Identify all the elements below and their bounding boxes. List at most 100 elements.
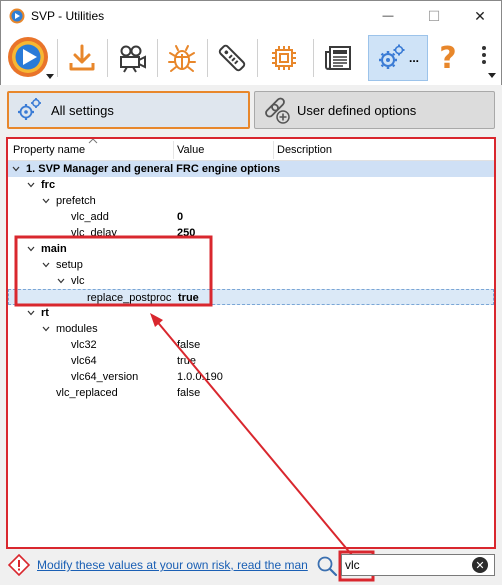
search-box[interactable]: ✕ bbox=[341, 554, 495, 576]
maximize-icon: ☐ bbox=[427, 7, 441, 24]
expand-chevron-icon[interactable] bbox=[57, 277, 65, 285]
category-row[interactable]: 1. SVP Manager and general FRC engine op… bbox=[8, 161, 494, 177]
expand-chevron-icon[interactable] bbox=[27, 309, 35, 317]
toolbar-bug-button[interactable] bbox=[160, 35, 204, 81]
link-add-icon bbox=[261, 95, 291, 125]
download-icon bbox=[69, 44, 95, 71]
expand-chevron-icon[interactable] bbox=[42, 325, 50, 333]
title-bar: SVP - Utilities — ☐ ✕ bbox=[0, 0, 502, 31]
property-name: frc bbox=[41, 179, 56, 191]
settings-more-label: ... bbox=[408, 51, 419, 65]
minimize-button[interactable]: — bbox=[365, 1, 411, 31]
all-settings-button[interactable]: All settings bbox=[7, 91, 250, 129]
toolbar-news-button[interactable] bbox=[317, 35, 361, 81]
column-header-property-name[interactable]: Property name bbox=[13, 144, 85, 156]
maximize-button[interactable]: ☐ bbox=[411, 1, 457, 31]
property-row[interactable]: setup bbox=[8, 257, 494, 273]
newspaper-icon bbox=[325, 46, 351, 70]
property-name: 1. SVP Manager and general FRC engine op… bbox=[26, 163, 281, 175]
warning-icon bbox=[8, 554, 30, 576]
property-row[interactable]: vlc64 true bbox=[8, 353, 494, 369]
window-title: SVP - Utilities bbox=[31, 9, 105, 23]
search-icon bbox=[317, 556, 338, 577]
gears-icon bbox=[378, 44, 405, 69]
property-row[interactable]: prefetch bbox=[8, 193, 494, 209]
property-value[interactable]: true bbox=[177, 353, 196, 369]
toolbar-chip-button[interactable] bbox=[262, 35, 306, 81]
all-settings-label: All settings bbox=[51, 102, 114, 118]
property-row[interactable]: vlc64_version 1.0.0.190 bbox=[8, 369, 494, 385]
expand-chevron-icon[interactable] bbox=[27, 181, 35, 189]
property-value[interactable]: 250 bbox=[177, 225, 195, 241]
toolbar-svp-button[interactable] bbox=[3, 35, 55, 81]
expand-chevron-icon[interactable] bbox=[12, 165, 20, 173]
clear-search-icon[interactable]: ✕ bbox=[472, 557, 488, 573]
property-name: vlc_delay bbox=[71, 227, 117, 239]
property-name: vlc_add bbox=[71, 211, 109, 223]
property-row[interactable]: vlc32 false bbox=[8, 337, 494, 353]
video-camera-icon bbox=[120, 45, 146, 73]
property-name: vlc64_version bbox=[71, 371, 139, 383]
property-row[interactable]: vlc bbox=[8, 273, 494, 289]
property-grid[interactable]: Property name Value Description 1. SVP M… bbox=[6, 137, 496, 549]
toolbar-video-button[interactable] bbox=[110, 35, 154, 81]
remote-control-icon bbox=[218, 44, 246, 72]
property-name: vlc32 bbox=[71, 339, 97, 351]
sort-arrow-icon bbox=[88, 139, 98, 144]
expand-chevron-icon[interactable] bbox=[27, 245, 35, 253]
toolbar-remote-button[interactable] bbox=[210, 35, 254, 81]
search-input[interactable] bbox=[345, 557, 469, 573]
close-button[interactable]: ✕ bbox=[457, 1, 502, 31]
toolbar-separator bbox=[257, 39, 258, 77]
property-name: prefetch bbox=[56, 195, 96, 207]
property-row[interactable]: vlc_delay 250 bbox=[8, 225, 494, 241]
property-name: vlc_replaced bbox=[56, 387, 118, 399]
bottom-bar: Modify these values at your own risk, re… bbox=[0, 552, 502, 585]
column-header-value[interactable]: Value bbox=[177, 144, 204, 156]
user-defined-options-label: User defined options bbox=[297, 102, 417, 118]
bug-icon bbox=[168, 45, 196, 72]
property-name: vlc bbox=[71, 275, 85, 287]
expand-chevron-icon[interactable] bbox=[42, 261, 50, 269]
property-value[interactable]: 0 bbox=[177, 209, 183, 225]
property-name: modules bbox=[56, 323, 98, 335]
property-row[interactable]: replace_postproc true bbox=[8, 289, 494, 305]
property-name: replace_postproc bbox=[87, 292, 172, 304]
toolbar-settings-button[interactable]: ... bbox=[368, 35, 428, 81]
help-icon: ? bbox=[439, 40, 457, 76]
property-row[interactable]: main bbox=[8, 241, 494, 257]
property-value[interactable]: 1.0.0.190 bbox=[177, 369, 223, 385]
more-dropdown-icon bbox=[488, 73, 496, 78]
user-defined-options-button[interactable]: User defined options bbox=[254, 91, 495, 129]
toolbar-separator bbox=[207, 39, 208, 77]
property-name: rt bbox=[41, 307, 49, 319]
property-row[interactable]: modules bbox=[8, 321, 494, 337]
expand-chevron-icon[interactable] bbox=[42, 197, 50, 205]
property-value[interactable]: true bbox=[178, 290, 199, 306]
toolbar-separator bbox=[57, 39, 58, 77]
toolbar: ... ? bbox=[0, 31, 502, 85]
grid-header: Property name Value Description bbox=[8, 139, 494, 161]
gears-icon bbox=[15, 95, 45, 125]
close-icon: ✕ bbox=[474, 7, 486, 24]
chip-icon bbox=[272, 46, 296, 70]
property-value[interactable]: false bbox=[177, 385, 200, 401]
svp-app-icon bbox=[9, 8, 25, 24]
column-header-description[interactable]: Description bbox=[277, 144, 332, 156]
toolbar-separator bbox=[157, 39, 158, 77]
property-row[interactable]: vlc_add 0 bbox=[8, 209, 494, 225]
property-row[interactable]: rt bbox=[8, 305, 494, 321]
property-row[interactable]: frc bbox=[8, 177, 494, 193]
column-divider[interactable] bbox=[173, 141, 174, 159]
more-icon bbox=[482, 46, 486, 64]
property-row[interactable]: vlc_replaced false bbox=[8, 385, 494, 401]
property-name: setup bbox=[56, 259, 83, 271]
toolbar-more-button[interactable] bbox=[469, 35, 499, 81]
svp-menu-dropdown-icon bbox=[46, 74, 54, 79]
warning-link[interactable]: Modify these values at your own risk, re… bbox=[37, 558, 309, 572]
toolbar-download-button[interactable] bbox=[60, 35, 104, 81]
toolbar-help-button[interactable]: ? bbox=[433, 35, 463, 81]
property-value[interactable]: false bbox=[177, 337, 200, 353]
column-divider[interactable] bbox=[273, 141, 274, 159]
property-name: vlc64 bbox=[71, 355, 97, 367]
